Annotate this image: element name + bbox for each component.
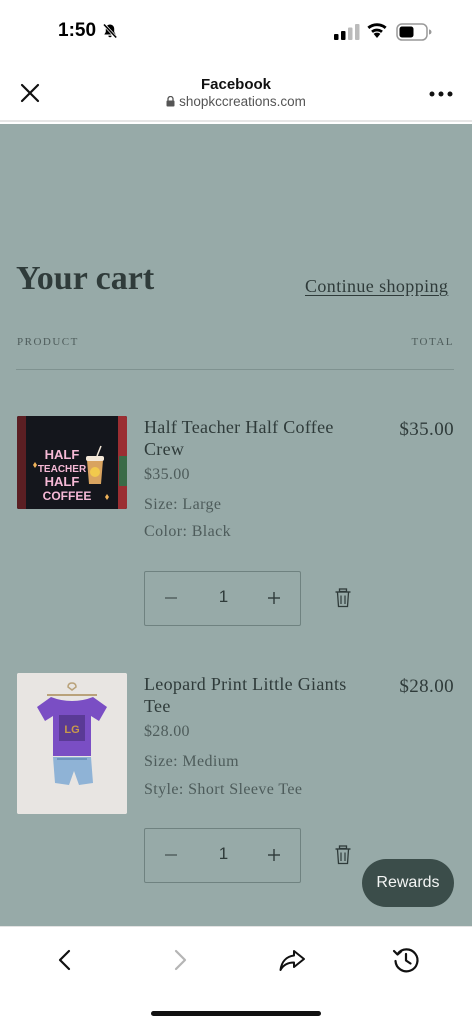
- product-image[interactable]: HALF TEACHER HALF COFFEE: [17, 416, 127, 509]
- image-text-half: HALF: [45, 447, 80, 462]
- battery-icon: [396, 23, 432, 41]
- product-name[interactable]: Leopard Print Little Giants Tee: [144, 673, 364, 717]
- header-divider: [16, 369, 454, 370]
- continue-shopping-link[interactable]: Continue shopping: [305, 276, 448, 297]
- plus-icon[interactable]: [266, 845, 282, 865]
- back-icon[interactable]: [50, 945, 80, 975]
- image-text-coffee: COFFEE: [43, 489, 92, 503]
- product-price: $28.00: [144, 723, 190, 740]
- more-icon[interactable]: [428, 89, 454, 99]
- trash-icon[interactable]: [334, 845, 352, 865]
- lock-icon: [166, 96, 175, 107]
- signal-icon: [334, 24, 360, 40]
- product-total: $35.00: [399, 419, 454, 440]
- product-price: $35.00: [144, 466, 190, 483]
- status-bar: 1:50: [0, 0, 472, 64]
- cart-page: Your cart Continue shopping PRODUCT TOTA…: [0, 124, 472, 926]
- product-image-graphic: LG: [17, 673, 127, 814]
- browser-header: Facebook shopkccreations.com: [0, 64, 472, 122]
- share-icon[interactable]: [277, 945, 307, 975]
- browser-url[interactable]: shopkccreations.com: [0, 94, 472, 109]
- home-indicator: [151, 1011, 321, 1016]
- svg-text:LG: LG: [64, 724, 79, 736]
- product-option-style: Style: Short Sleeve Tee: [144, 781, 303, 798]
- browser-toolbar: [0, 926, 472, 1024]
- product-option-size: Size: Large: [144, 496, 222, 513]
- product-option-color: Color: Black: [144, 523, 232, 540]
- history-icon[interactable]: [391, 945, 421, 975]
- browser-url-text: shopkccreations.com: [179, 94, 306, 109]
- quantity-stepper: 1: [144, 828, 301, 883]
- rewards-button[interactable]: Rewards: [362, 859, 454, 907]
- product-name[interactable]: Half Teacher Half Coffee Crew: [144, 416, 364, 460]
- bell-slash-icon: [102, 23, 118, 39]
- product-option-size: Size: Medium: [144, 753, 240, 770]
- browser-title: Facebook: [200, 76, 272, 93]
- product-total: $28.00: [399, 676, 454, 697]
- product-image[interactable]: LG: [17, 673, 127, 814]
- column-header-product: PRODUCT: [17, 336, 79, 348]
- product-image-graphic: HALF TEACHER HALF COFFEE: [17, 416, 127, 509]
- page-title: Your cart: [16, 260, 155, 297]
- image-text-half2: HALF: [45, 474, 80, 489]
- trash-icon[interactable]: [334, 588, 352, 608]
- plus-icon[interactable]: [266, 588, 282, 608]
- forward-icon[interactable]: [165, 945, 195, 975]
- column-header-total: TOTAL: [411, 336, 454, 348]
- quantity-stepper: 1: [144, 571, 301, 626]
- wifi-icon: [367, 23, 387, 38]
- status-time: 1:50: [58, 20, 97, 41]
